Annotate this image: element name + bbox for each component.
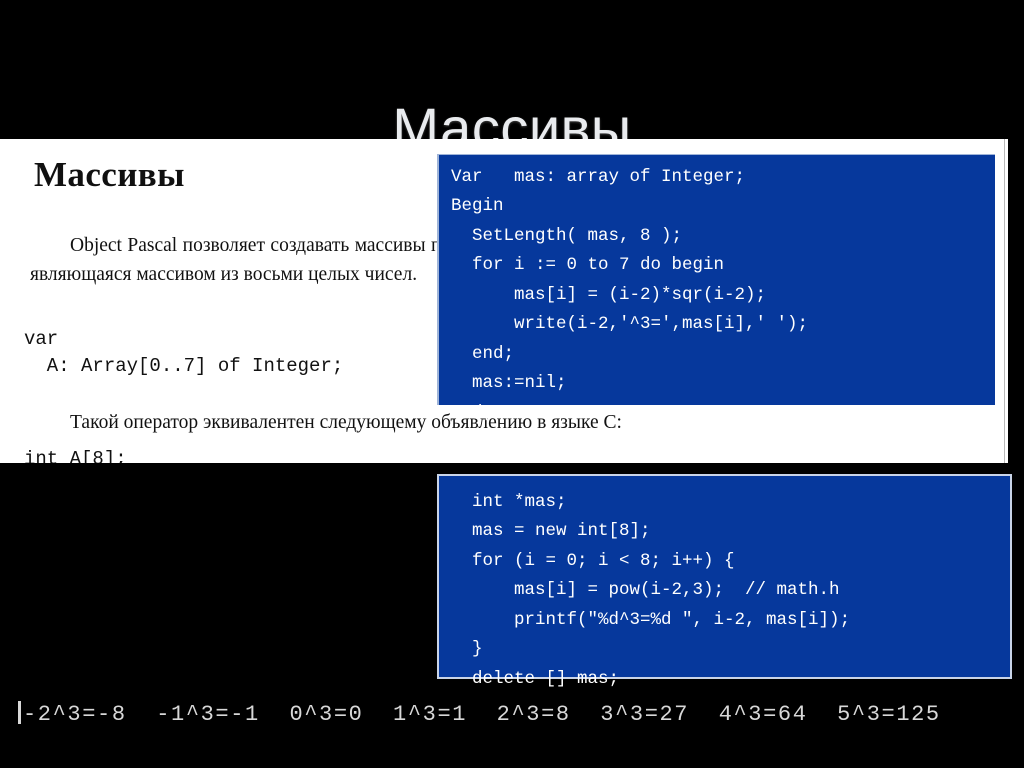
console-cursor-icon	[18, 701, 21, 724]
document-c-declaration: int A[8];	[24, 448, 127, 463]
document-paragraph-equivalent: Такой оператор эквивалентен следующему о…	[70, 411, 622, 433]
code-box-pascal: Var mas: array of Integer; Begin SetLeng…	[437, 153, 995, 423]
document-heading: Массивы	[34, 155, 185, 194]
console-output-strip: -2^3=-8 -1^3=-1 0^3=0 1^3=1 2^3=8 3^3=27…	[18, 700, 1018, 730]
code-box-c: int *mas; mas = new int[8]; for (i = 0; …	[437, 473, 1012, 689]
console-output-text: -2^3=-8 -1^3=-1 0^3=0 1^3=1 2^3=8 3^3=27…	[23, 702, 941, 727]
document-pascal-declaration: var A: Array[0..7] of Integer;	[24, 328, 344, 377]
